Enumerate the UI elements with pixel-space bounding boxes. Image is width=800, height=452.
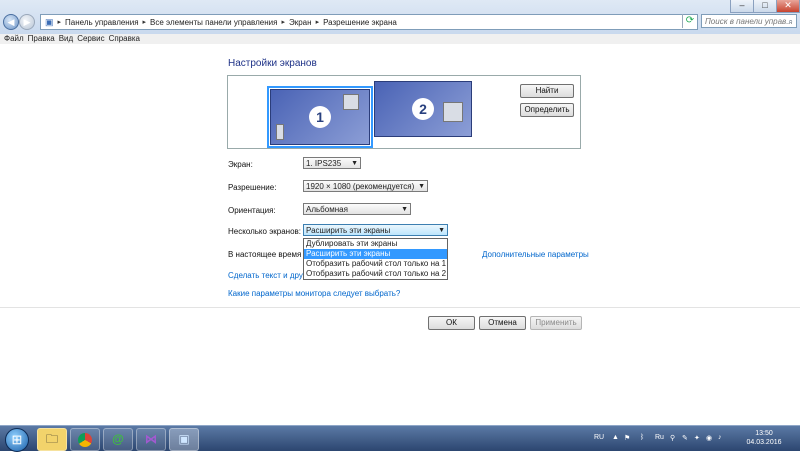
menu-bar: Файл Правка Вид Сервис Справка	[0, 34, 800, 44]
monitor-settings-help-link[interactable]: Какие параметры монитора следует выбрать…	[228, 289, 400, 298]
resolution-value: 1920 × 1080 (рекомендуется)	[306, 182, 415, 191]
dropdown-arrow-icon: ▼	[401, 206, 408, 213]
resolution-label: Разрешение:	[228, 183, 277, 192]
pen-icon[interactable]: ✎	[682, 434, 688, 442]
monitor-thumbnail-icon	[276, 124, 284, 140]
tray-expand-icon[interactable]: ▲	[612, 434, 619, 441]
refresh-icon[interactable]: ⟳	[682, 14, 697, 28]
dropdown-arrow-icon: ▼	[418, 183, 425, 190]
breadcrumb-item-all-items[interactable]: Все элементы панели управления	[150, 18, 277, 27]
language-indicator[interactable]: RU	[594, 434, 604, 441]
display-label: Экран:	[228, 160, 253, 169]
monitor-thumbnail-icon	[343, 94, 359, 110]
display-value: 1. IPS235	[306, 159, 342, 168]
cancel-button[interactable]: Отмена	[479, 316, 526, 330]
minimize-button[interactable]: –	[730, 0, 754, 13]
breadcrumb-chevron-icon[interactable]: ▸	[58, 18, 62, 26]
orientation-select[interactable]: Альбомная ▼	[303, 203, 411, 215]
monitor-thumbnail-icon	[443, 102, 463, 122]
breadcrumb-item-resolution[interactable]: Разрешение экрана	[323, 18, 397, 27]
dropdown-option[interactable]: Расширить эти экраны	[304, 249, 447, 259]
multiple-displays-value: Расширить эти экраны	[306, 226, 391, 235]
monitor-number-2: 2	[412, 98, 434, 120]
clock-time: 13:50	[755, 430, 773, 437]
control-panel-taskbar-icon[interactable]: ▣	[169, 428, 199, 451]
clock-date: 04.03.2016	[746, 439, 782, 446]
identify-button[interactable]: Определить	[520, 103, 574, 117]
chrome-taskbar-icon[interactable]	[70, 428, 100, 451]
multiple-displays-label: Несколько экранов:	[228, 227, 302, 236]
close-button[interactable]: ✕	[776, 0, 800, 13]
dropdown-option[interactable]: Отобразить рабочий стол только на 1	[304, 259, 447, 269]
explorer-taskbar-icon[interactable]: 🗀	[37, 428, 67, 451]
ok-button[interactable]: ОК	[428, 316, 475, 330]
page-title: Настройки экранов	[228, 58, 317, 69]
dropdown-arrow-icon: ▼	[438, 227, 445, 234]
monitor-number-1: 1	[309, 106, 331, 128]
menu-file[interactable]: Файл	[4, 34, 24, 44]
current-status-text: В настоящее время эт	[228, 250, 312, 259]
dropdown-option[interactable]: Дублировать эти экраны	[304, 239, 447, 249]
volume-icon[interactable]: ♪	[718, 434, 722, 441]
taskbar: ⊞ 🗀 @ ⋈ ▣ RU ▲ ⚑ ᛒ Ru ⚲ ✎ ✦ ◉ ♪ 13:50 04…	[0, 425, 800, 452]
text-size-link[interactable]: Сделать текст и други	[228, 271, 310, 280]
advanced-settings-link[interactable]: Дополнительные параметры	[482, 250, 589, 259]
divider	[0, 307, 800, 308]
dropdown-arrow-icon: ▼	[351, 160, 358, 167]
ru-keyboard-icon[interactable]: Ru	[655, 434, 664, 441]
monitor-1[interactable]: 1	[267, 86, 373, 148]
tray-app-icon[interactable]: ✦	[694, 434, 700, 442]
breadcrumb-chevron-icon[interactable]: ▸	[316, 18, 320, 26]
menu-tools[interactable]: Сервис	[77, 34, 104, 44]
address-field[interactable]: ▣ ▸ Панель управления ▸ Все элементы пан…	[40, 14, 698, 30]
menu-edit[interactable]: Правка	[28, 34, 55, 44]
apply-button[interactable]: Применить	[530, 316, 582, 330]
dropdown-option[interactable]: Отобразить рабочий стол только на 2	[304, 269, 447, 279]
start-button[interactable]: ⊞	[5, 428, 29, 452]
orientation-value: Альбомная	[306, 205, 348, 214]
breadcrumb-item-display[interactable]: Экран	[289, 18, 312, 27]
multiple-displays-select[interactable]: Расширить эти экраны ▼	[303, 224, 448, 236]
menu-view[interactable]: Вид	[59, 34, 73, 44]
control-panel-icon: ▣	[45, 16, 54, 27]
mail-taskbar-icon[interactable]: @	[103, 428, 133, 451]
search-placeholder: Поиск в панели управ...	[705, 17, 793, 26]
clock[interactable]: 13:50 04.03.2016	[736, 429, 792, 447]
tray-app-icon[interactable]: ⚲	[670, 434, 675, 442]
search-input[interactable]: Поиск в панели управ... ⌕	[701, 14, 797, 28]
menu-help[interactable]: Справка	[109, 34, 140, 44]
forward-button[interactable]: ▶	[19, 14, 35, 30]
maximize-button[interactable]: □	[753, 0, 777, 13]
multiple-displays-dropdown: Дублировать эти экраны Расширить эти экр…	[303, 238, 448, 280]
network-icon[interactable]: ◉	[706, 434, 712, 442]
monitor-2[interactable]: 2	[374, 81, 472, 137]
breadcrumb-chevron-icon[interactable]: ▸	[143, 18, 147, 26]
search-icon[interactable]: ⌕	[789, 15, 793, 29]
breadcrumb-chevron-icon[interactable]: ▸	[281, 18, 285, 26]
resolution-select[interactable]: 1920 × 1080 (рекомендуется) ▼	[303, 180, 428, 192]
bluetooth-icon[interactable]: ᛒ	[640, 434, 644, 441]
flag-icon[interactable]: ⚑	[624, 434, 630, 442]
find-button[interactable]: Найти	[520, 84, 574, 98]
breadcrumb-item-control-panel[interactable]: Панель управления	[65, 18, 139, 27]
visual-studio-taskbar-icon[interactable]: ⋈	[136, 428, 166, 451]
back-button[interactable]: ◀	[3, 14, 19, 30]
orientation-label: Ориентация:	[228, 206, 276, 215]
display-select[interactable]: 1. IPS235 ▼	[303, 157, 361, 169]
